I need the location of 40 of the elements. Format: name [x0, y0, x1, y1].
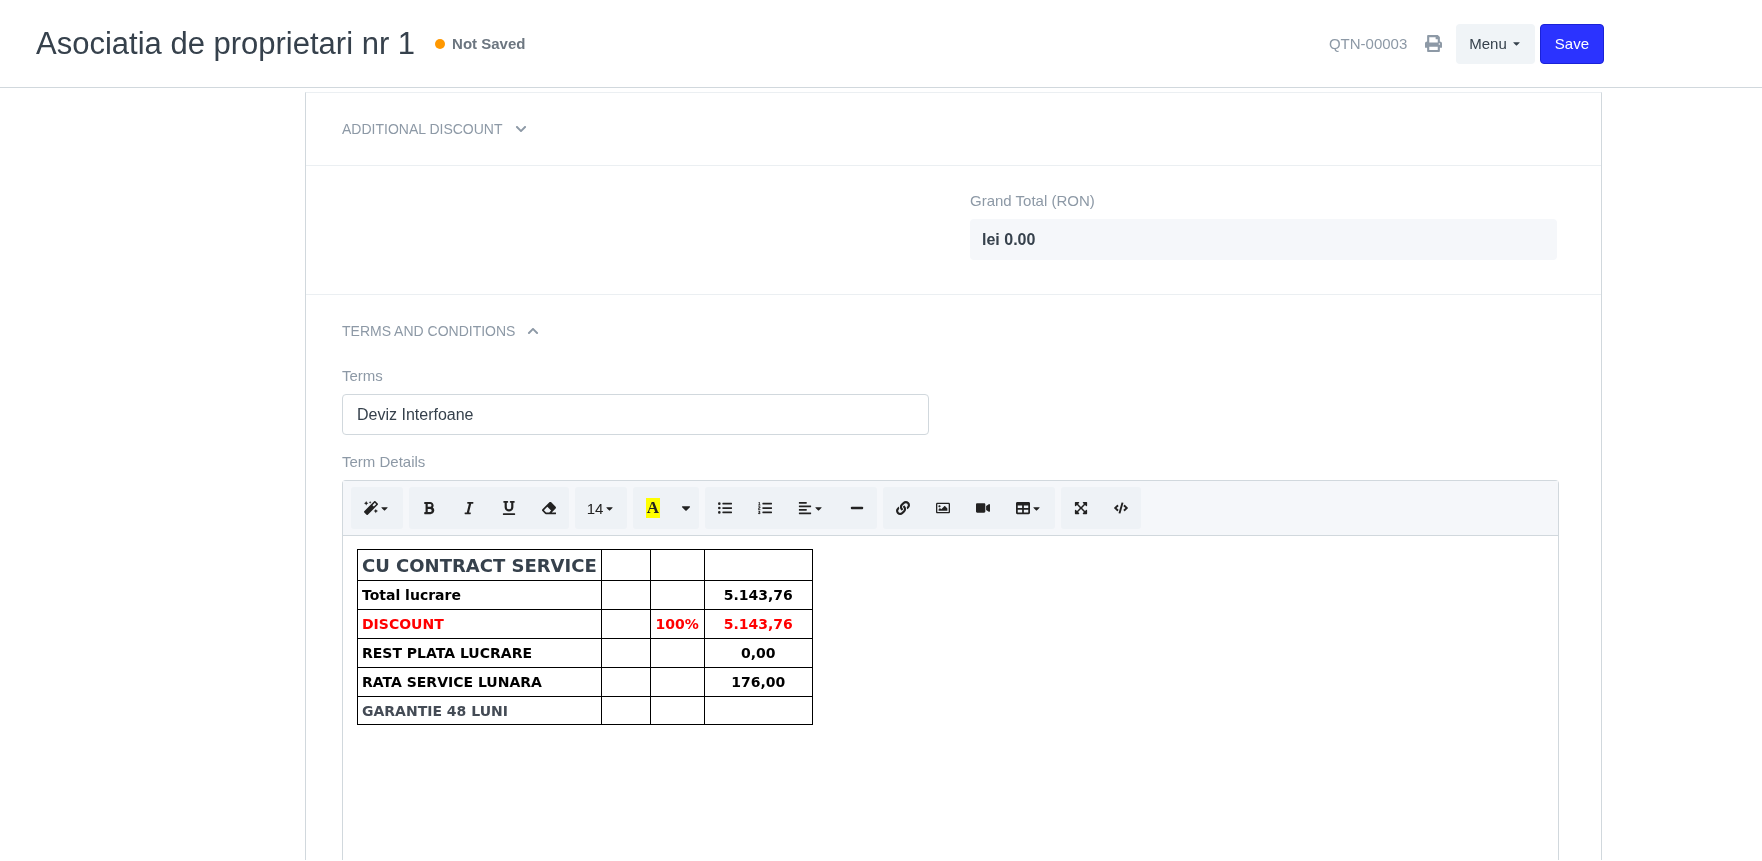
- chevron-down-icon[interactable]: [514, 123, 527, 135]
- rich-text-editor[interactable]: 14 A CU CONTRACT SERVICE Total lucrare 5.143,76 DISCOUNT 100% 5.143,76 REST PLATA LUCRARE 0,00 RATA SERVICE LUNARA 176,00 GARANTIE 48 LUNI: [342, 480, 1559, 860]
- table-cell: [650, 549, 705, 581]
- table-cell: [601, 696, 651, 725]
- field-label: Grand Total (RON): [970, 192, 1096, 209]
- magic-wand-icon: [364, 501, 378, 515]
- table-cell: 5.143,76: [704, 609, 813, 639]
- grand-total-field: lei 0.00: [970, 219, 1557, 260]
- table-cell: [650, 696, 705, 725]
- print-icon[interactable]: [1425, 35, 1443, 52]
- field-label: Terms: [342, 367, 384, 384]
- table-cell: [650, 667, 705, 697]
- table-cell: DISCOUNT: [357, 609, 602, 639]
- document-id: QTN-00003: [1328, 35, 1408, 52]
- table-cell: RATA SERVICE LUNARA: [357, 667, 602, 697]
- field-label: Term Details: [342, 453, 427, 470]
- table-cell: CU CONTRACT SERVICE: [357, 549, 602, 581]
- table-cell: 5.143,76: [704, 580, 813, 610]
- chevron-up-icon[interactable]: [527, 325, 540, 337]
- status-label: Not Saved: [452, 35, 526, 52]
- font-size-button[interactable]: 14: [575, 487, 627, 529]
- page-title: Asociatia de proprietari nr 1: [36, 25, 416, 62]
- table-cell: Total lucrare: [357, 580, 602, 610]
- menu-button[interactable]: Menu: [1456, 23, 1535, 64]
- table-cell: [601, 638, 651, 668]
- table-cell: 0,00: [704, 638, 813, 668]
- terms-field[interactable]: Deviz Interfoane: [342, 394, 929, 435]
- align-left-icon: [798, 501, 812, 515]
- table-cell: [650, 638, 705, 668]
- table-cell: [601, 549, 651, 581]
- table-icon: [1016, 501, 1030, 515]
- table-cell: [650, 580, 705, 610]
- save-button[interactable]: Save: [1539, 23, 1604, 64]
- table-cell: [601, 580, 651, 610]
- table-cell: REST PLATA LUCRARE: [357, 638, 602, 668]
- table-cell: [601, 609, 651, 639]
- table-cell: 176,00: [704, 667, 813, 697]
- table-cell: GARANTIE 48 LUNI: [357, 696, 602, 725]
- table-cell: 100%: [650, 609, 705, 639]
- table-cell: [601, 667, 651, 697]
